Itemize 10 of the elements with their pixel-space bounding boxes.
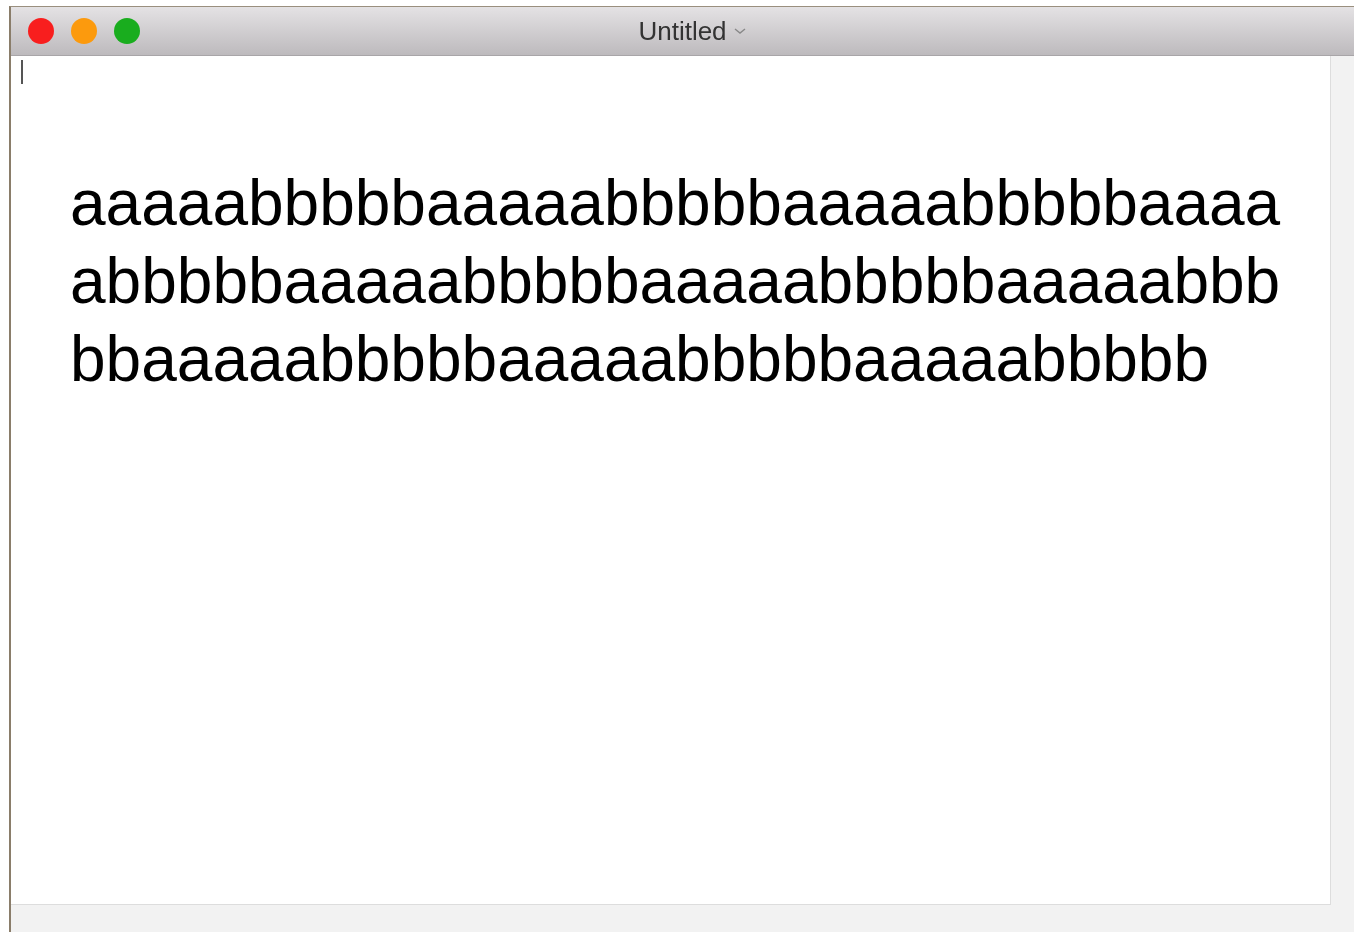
text-line: bbaaaaabbbbbaaaaabbbbbaaaaabbbbb bbox=[70, 322, 1210, 397]
document-page[interactable]: aaaaabbbbbaaaaabbbbbaaaaabbbbbaaaa abbbbbaaaaabbbbbaaaaabbbbbaaaaabbb bbaaaaabbbbbaaaaabbbbbaaaaabbbbb bbox=[11, 56, 1331, 905]
minimize-button[interactable] bbox=[71, 18, 97, 44]
text-line: aaaaabbbbbaaaaabbbbbaaaaabbbbbaaaa bbox=[70, 166, 1282, 241]
text-cursor bbox=[21, 60, 23, 84]
close-button[interactable] bbox=[28, 18, 54, 44]
chevron-icon[interactable] bbox=[732, 27, 747, 35]
text-line: abbbbbaaaaabbbbbaaaaabbbbbaaaaabbb bbox=[70, 244, 1282, 319]
zoom-button[interactable] bbox=[114, 18, 140, 44]
window-title: Untitled bbox=[638, 15, 727, 47]
